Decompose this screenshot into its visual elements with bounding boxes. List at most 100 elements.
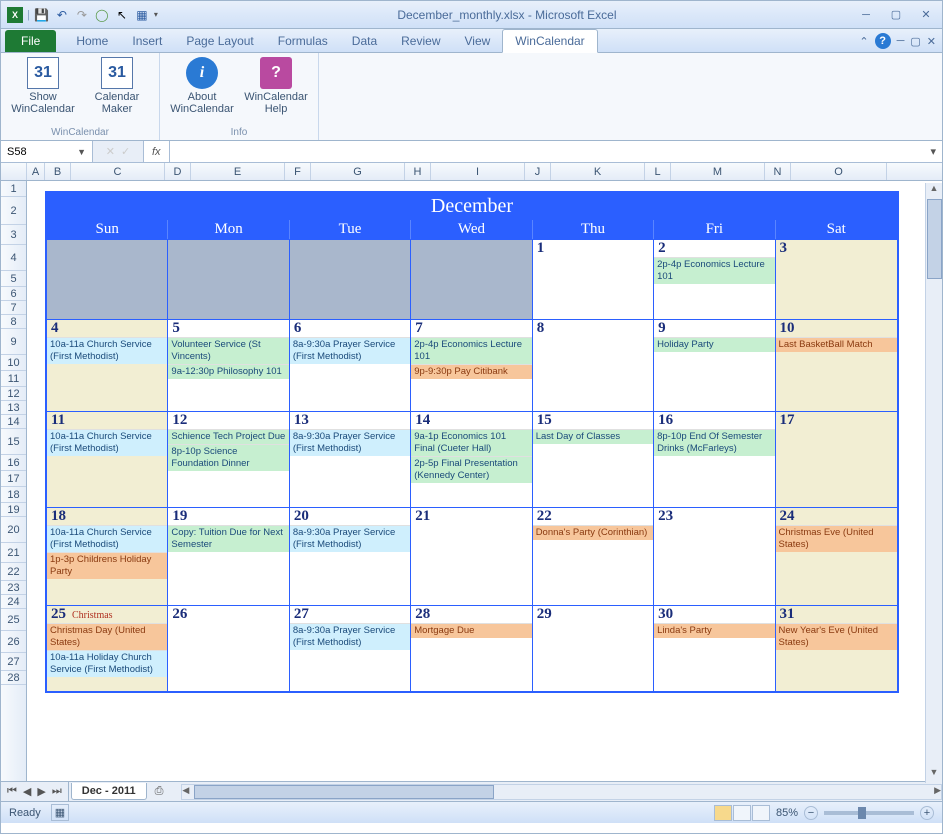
row-header[interactable]: 19: [1, 503, 26, 517]
scroll-right-icon[interactable]: ▶: [934, 785, 941, 796]
tab-view[interactable]: View: [453, 30, 503, 52]
calendar-cell[interactable]: 72p-4p Economics Lecture 1019p-9:30p Pay…: [411, 320, 532, 411]
calendar-cell[interactable]: 26: [168, 606, 289, 691]
about-wincalendar-button[interactable]: i About WinCalendar: [172, 57, 232, 115]
calendar-cell[interactable]: 8: [533, 320, 654, 411]
show-wincalendar-button[interactable]: 31 Show WinCalendar: [13, 57, 73, 115]
calendar-cell[interactable]: [168, 240, 289, 319]
qat-icon[interactable]: ▦: [134, 7, 150, 23]
row-header[interactable]: 18: [1, 487, 26, 503]
calendar-event[interactable]: 2p-5p Final Presentation (Kennedy Center…: [411, 456, 531, 483]
row-header[interactable]: 9: [1, 329, 26, 355]
calendar-event[interactable]: Copy: Tuition Due for Next Semester: [168, 525, 288, 552]
column-header[interactable]: H: [405, 163, 431, 180]
calendar-cell[interactable]: 12Schience Tech Project Due8p-10p Scienc…: [168, 412, 289, 507]
scroll-thumb[interactable]: [927, 199, 942, 279]
calendar-event[interactable]: 1p-3p Childrens Holiday Party: [47, 552, 167, 579]
row-header[interactable]: 13: [1, 401, 26, 415]
calendar-cell[interactable]: 28Mortgage Due: [411, 606, 532, 691]
calendar-event[interactable]: 9a-12:30p Philosophy 101: [168, 364, 288, 379]
name-box-dropdown-icon[interactable]: ▼: [77, 147, 86, 157]
calendar-event[interactable]: Christmas Day (United States): [47, 623, 167, 650]
calendar-cell[interactable]: 22Donna's Party (Corinthian): [533, 508, 654, 605]
calendar-cell[interactable]: 21: [411, 508, 532, 605]
row-header[interactable]: 24: [1, 595, 26, 609]
wincalendar-help-button[interactable]: ? WinCalendar Help: [246, 57, 306, 115]
tab-insert[interactable]: Insert: [120, 30, 174, 52]
calendar-cell[interactable]: 23: [654, 508, 775, 605]
column-header[interactable]: J: [525, 163, 551, 180]
maximize-button[interactable]: ▢: [886, 7, 906, 23]
calendar-cell[interactable]: 278a-9:30a Prayer Service (First Methodi…: [290, 606, 411, 691]
row-header[interactable]: 17: [1, 471, 26, 487]
calendar-event[interactable]: New Year's Eve (United States): [776, 623, 897, 650]
column-header[interactable]: C: [71, 163, 165, 180]
row-header[interactable]: 4: [1, 245, 26, 271]
calendar-cell[interactable]: 31New Year's Eve (United States): [776, 606, 897, 691]
tab-review[interactable]: Review: [389, 30, 452, 52]
tab-wincalendar[interactable]: WinCalendar: [502, 29, 597, 53]
calendar-event[interactable]: 2p-4p Economics Lecture 101: [654, 257, 774, 284]
column-header[interactable]: L: [645, 163, 671, 180]
tab-file[interactable]: File: [5, 30, 56, 52]
calendar-cell[interactable]: [290, 240, 411, 319]
calendar-maker-button[interactable]: 31 Calendar Maker: [87, 57, 147, 115]
calendar-event[interactable]: Volunteer Service (St Vincents): [168, 337, 288, 364]
row-header[interactable]: 25: [1, 609, 26, 631]
calendar-event[interactable]: 9a-1p Economics 101 Final (Cueter Hall): [411, 429, 531, 456]
row-header[interactable]: 10: [1, 355, 26, 371]
doc-minimize-icon[interactable]: ─: [897, 35, 905, 47]
row-header[interactable]: 23: [1, 581, 26, 595]
calendar-event[interactable]: 8p-10p End Of Semester Drinks (McFarleys…: [654, 429, 774, 456]
column-header[interactable]: F: [285, 163, 311, 180]
calendar-cell[interactable]: [47, 240, 168, 319]
calendar-event[interactable]: 8a-9:30a Prayer Service (First Methodist…: [290, 525, 410, 552]
qat-icon[interactable]: ◯: [94, 7, 110, 23]
cells-area[interactable]: December SunMonTueWedThuFriSat 122p-4p E…: [27, 181, 942, 781]
calendar-cell[interactable]: 29: [533, 606, 654, 691]
sheet-first-icon[interactable]: ⏮: [5, 785, 19, 798]
vertical-scrollbar[interactable]: ▲ ▼: [925, 183, 942, 783]
row-header[interactable]: 11: [1, 371, 26, 387]
macro-record-icon[interactable]: ▦: [51, 804, 69, 821]
row-header[interactable]: 28: [1, 671, 26, 685]
row-header[interactable]: 20: [1, 517, 26, 543]
column-header[interactable]: I: [431, 163, 525, 180]
calendar-cell[interactable]: 138a-9:30a Prayer Service (First Methodi…: [290, 412, 411, 507]
row-header[interactable]: 6: [1, 287, 26, 301]
calendar-event[interactable]: 10a-11a Church Service (First Methodist): [47, 337, 167, 364]
row-header[interactable]: 5: [1, 271, 26, 287]
calendar-event[interactable]: Christmas Eve (United States): [776, 525, 897, 552]
calendar-cell[interactable]: 1: [533, 240, 654, 319]
row-header[interactable]: 7: [1, 301, 26, 315]
formula-expand-icon[interactable]: ▾: [924, 145, 942, 158]
calendar-cell[interactable]: 30Linda's Party: [654, 606, 775, 691]
calendar-cell[interactable]: 5Volunteer Service (St Vincents)9a-12:30…: [168, 320, 289, 411]
row-header[interactable]: 21: [1, 543, 26, 563]
minimize-button[interactable]: ─: [856, 7, 876, 23]
calendar-cell[interactable]: 9Holiday Party: [654, 320, 775, 411]
row-header[interactable]: 1: [1, 181, 26, 197]
sheet-last-icon[interactable]: ⏭: [50, 785, 64, 798]
calendar-cell[interactable]: 208a-9:30a Prayer Service (First Methodi…: [290, 508, 411, 605]
column-header[interactable]: G: [311, 163, 405, 180]
column-header[interactable]: E: [191, 163, 285, 180]
normal-view-button[interactable]: [714, 805, 732, 821]
calendar-cell[interactable]: 15Last Day of Classes: [533, 412, 654, 507]
scroll-up-icon[interactable]: ▲: [926, 183, 942, 199]
calendar-cell[interactable]: 1110a-11a Church Service (First Methodis…: [47, 412, 168, 507]
row-header[interactable]: 2: [1, 197, 26, 225]
calendar-event[interactable]: 2p-4p Economics Lecture 101: [411, 337, 531, 364]
column-header[interactable]: D: [165, 163, 191, 180]
select-all-corner[interactable]: [1, 163, 27, 180]
horizontal-scrollbar[interactable]: ◀ ▶: [181, 784, 942, 800]
column-header[interactable]: K: [551, 163, 645, 180]
calendar-event[interactable]: 8a-9:30a Prayer Service (First Methodist…: [290, 429, 410, 456]
column-header[interactable]: M: [671, 163, 765, 180]
sheet-tab-active[interactable]: Dec - 2011: [71, 783, 147, 800]
calendar-event[interactable]: 8p-10p Science Foundation Dinner: [168, 444, 288, 471]
calendar-cell[interactable]: 17: [776, 412, 897, 507]
calendar-event[interactable]: Last BasketBall Match: [776, 337, 897, 352]
calendar-event[interactable]: Linda's Party: [654, 623, 774, 638]
zoom-in-button[interactable]: +: [920, 806, 934, 820]
